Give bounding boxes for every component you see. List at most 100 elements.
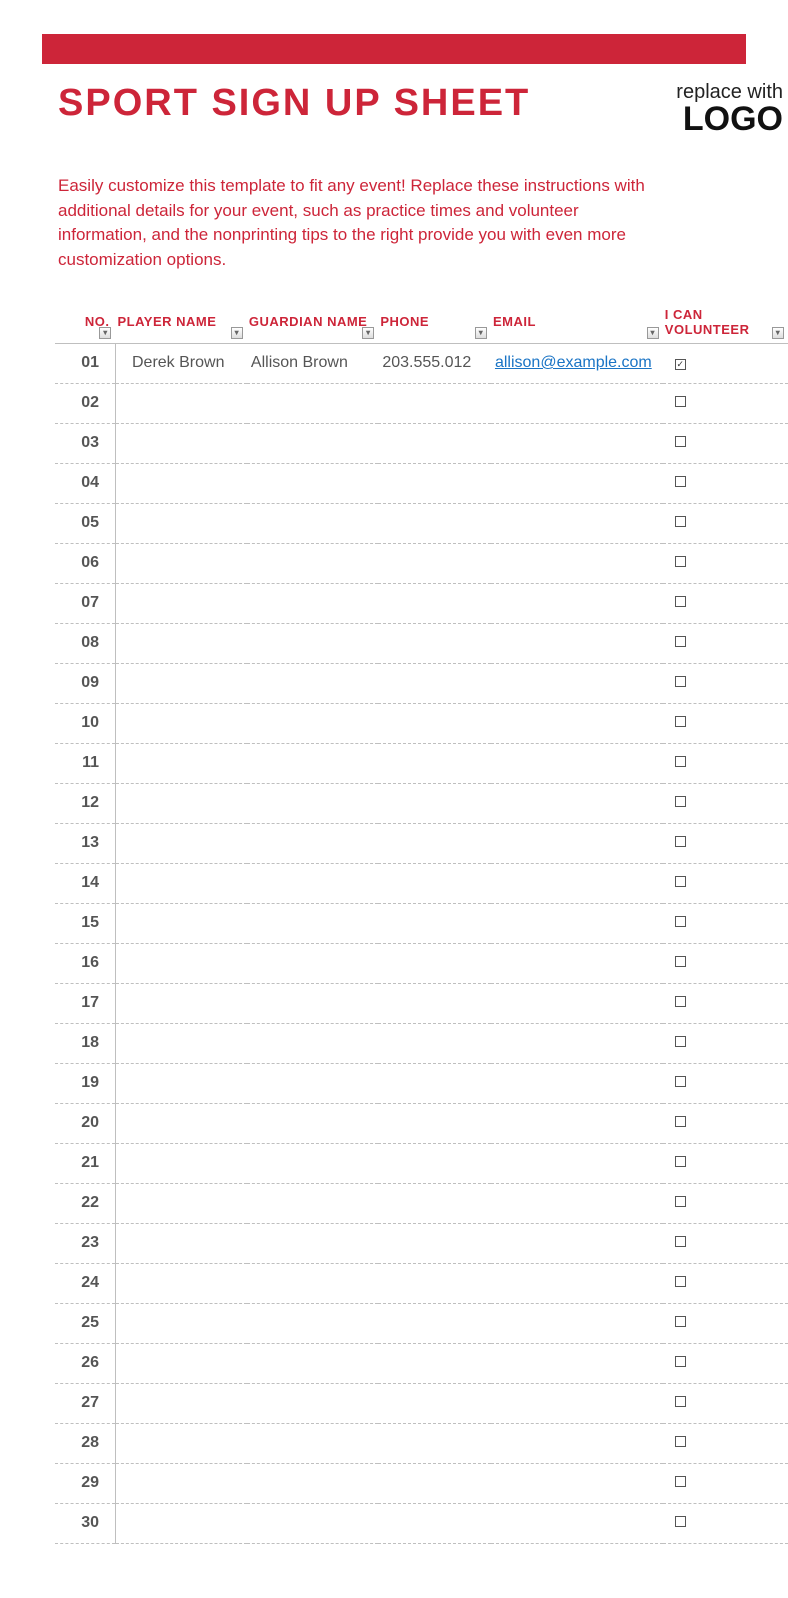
phone-cell[interactable] (378, 503, 491, 543)
filter-dropdown-icon[interactable]: ▾ (362, 327, 374, 339)
guardian-name-cell[interactable] (247, 943, 378, 983)
phone-cell[interactable] (378, 1463, 491, 1503)
email-cell[interactable] (491, 1023, 663, 1063)
volunteer-cell[interactable] (663, 1503, 788, 1543)
player-name-cell[interactable] (115, 1263, 246, 1303)
volunteer-cell[interactable] (663, 463, 788, 503)
guardian-name-cell[interactable] (247, 823, 378, 863)
volunteer-checkbox[interactable] (675, 556, 686, 567)
volunteer-checkbox[interactable] (675, 1276, 686, 1287)
phone-cell[interactable] (378, 983, 491, 1023)
player-name-cell[interactable] (115, 1183, 246, 1223)
player-name-cell[interactable] (115, 463, 246, 503)
volunteer-cell[interactable] (663, 1343, 788, 1383)
player-name-cell[interactable] (115, 503, 246, 543)
email-cell[interactable] (491, 983, 663, 1023)
volunteer-checkbox[interactable] (675, 1156, 686, 1167)
player-name-cell[interactable] (115, 1463, 246, 1503)
volunteer-checkbox[interactable] (675, 1396, 686, 1407)
volunteer-cell[interactable] (663, 1223, 788, 1263)
volunteer-checkbox[interactable] (675, 956, 686, 967)
volunteer-cell[interactable] (663, 543, 788, 583)
player-name-cell[interactable] (115, 1063, 246, 1103)
player-name-cell[interactable] (115, 423, 246, 463)
guardian-name-cell[interactable] (247, 1143, 378, 1183)
volunteer-cell[interactable] (663, 1383, 788, 1423)
email-cell[interactable] (491, 503, 663, 543)
phone-cell[interactable] (378, 1183, 491, 1223)
email-cell[interactable] (491, 1383, 663, 1423)
col-header-email[interactable]: EMAIL ▾ (491, 301, 663, 344)
guardian-name-cell[interactable]: Allison Brown (247, 343, 378, 383)
phone-cell[interactable] (378, 663, 491, 703)
player-name-cell[interactable] (115, 903, 246, 943)
volunteer-checkbox[interactable] (675, 836, 686, 847)
guardian-name-cell[interactable] (247, 423, 378, 463)
volunteer-cell[interactable] (663, 423, 788, 463)
phone-cell[interactable] (378, 1143, 491, 1183)
phone-cell[interactable] (378, 1423, 491, 1463)
volunteer-cell[interactable] (663, 1183, 788, 1223)
guardian-name-cell[interactable] (247, 1423, 378, 1463)
guardian-name-cell[interactable] (247, 1063, 378, 1103)
player-name-cell[interactable] (115, 663, 246, 703)
player-name-cell[interactable] (115, 943, 246, 983)
filter-dropdown-icon[interactable]: ▾ (475, 327, 487, 339)
volunteer-checkbox[interactable] (675, 876, 686, 887)
email-cell[interactable] (491, 543, 663, 583)
volunteer-checkbox[interactable] (675, 636, 686, 647)
volunteer-checkbox[interactable] (675, 436, 686, 447)
guardian-name-cell[interactable] (247, 503, 378, 543)
phone-cell[interactable] (378, 623, 491, 663)
volunteer-checkbox[interactable] (675, 1436, 686, 1447)
guardian-name-cell[interactable] (247, 1183, 378, 1223)
guardian-name-cell[interactable] (247, 463, 378, 503)
player-name-cell[interactable] (115, 1503, 246, 1543)
volunteer-cell[interactable] (663, 1303, 788, 1343)
volunteer-cell[interactable] (663, 1063, 788, 1103)
email-cell[interactable] (491, 1143, 663, 1183)
guardian-name-cell[interactable] (247, 1503, 378, 1543)
email-cell[interactable] (491, 1183, 663, 1223)
guardian-name-cell[interactable] (247, 783, 378, 823)
player-name-cell[interactable] (115, 1343, 246, 1383)
player-name-cell[interactable] (115, 1143, 246, 1183)
player-name-cell[interactable] (115, 823, 246, 863)
volunteer-cell[interactable] (663, 1103, 788, 1143)
volunteer-cell[interactable] (663, 783, 788, 823)
volunteer-cell[interactable] (663, 943, 788, 983)
email-cell[interactable] (491, 583, 663, 623)
email-cell[interactable] (491, 383, 663, 423)
volunteer-cell[interactable] (663, 823, 788, 863)
volunteer-checkbox[interactable] (675, 676, 686, 687)
filter-dropdown-icon[interactable]: ▾ (772, 327, 784, 339)
player-name-cell[interactable]: Derek Brown (115, 343, 246, 383)
player-name-cell[interactable] (115, 1103, 246, 1143)
volunteer-checkbox[interactable] (675, 1516, 686, 1527)
email-cell[interactable] (491, 623, 663, 663)
player-name-cell[interactable] (115, 743, 246, 783)
player-name-cell[interactable] (115, 1223, 246, 1263)
volunteer-checkbox[interactable] (675, 916, 686, 927)
volunteer-checkbox[interactable] (675, 1236, 686, 1247)
volunteer-cell[interactable] (663, 703, 788, 743)
email-cell[interactable] (491, 863, 663, 903)
volunteer-cell[interactable] (663, 743, 788, 783)
volunteer-checkbox[interactable] (675, 996, 686, 1007)
guardian-name-cell[interactable] (247, 1383, 378, 1423)
phone-cell[interactable] (378, 823, 491, 863)
phone-cell[interactable] (378, 1263, 491, 1303)
guardian-name-cell[interactable] (247, 703, 378, 743)
guardian-name-cell[interactable] (247, 1103, 378, 1143)
volunteer-checkbox[interactable]: ✓ (675, 359, 686, 370)
email-cell[interactable] (491, 703, 663, 743)
email-cell[interactable] (491, 1343, 663, 1383)
guardian-name-cell[interactable] (247, 1303, 378, 1343)
phone-cell[interactable] (378, 1063, 491, 1103)
filter-dropdown-icon[interactable]: ▾ (99, 327, 111, 339)
player-name-cell[interactable] (115, 1423, 246, 1463)
email-cell[interactable] (491, 943, 663, 983)
guardian-name-cell[interactable] (247, 383, 378, 423)
volunteer-cell[interactable] (663, 623, 788, 663)
volunteer-checkbox[interactable] (675, 516, 686, 527)
